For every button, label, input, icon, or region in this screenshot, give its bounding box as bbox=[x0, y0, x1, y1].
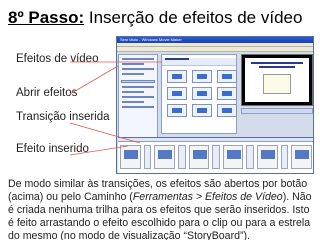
callout-effect-inserted: Efeito inserido bbox=[16, 143, 89, 155]
effect-thumbnail bbox=[217, 104, 237, 117]
callout-open-effects: Abrir efeitos bbox=[16, 87, 78, 99]
effect-thumbnail bbox=[192, 70, 212, 83]
toolbar bbox=[117, 47, 313, 52]
effect-thumbnail bbox=[192, 104, 212, 117]
preview-controls bbox=[241, 108, 313, 114]
menu-path: Ferramentas > Efeitos de Vídeo bbox=[132, 191, 283, 203]
effect-thumbnail bbox=[192, 87, 212, 100]
effects-collection-pane bbox=[161, 54, 237, 134]
callout-transition-inserted: Transição inserida bbox=[16, 111, 110, 123]
storyboard-clip bbox=[257, 145, 278, 169]
effect-thumbnail bbox=[217, 70, 237, 83]
callout-video-effects: Efeitos de vídeo bbox=[16, 53, 99, 65]
tasks-pane bbox=[118, 54, 158, 147]
step-label: 8º Passo: bbox=[8, 8, 85, 27]
instruction-paragraph: De modo similar às transições, os efeito… bbox=[8, 178, 312, 240]
effect-thumbnail bbox=[167, 104, 187, 117]
movie-maker-screenshot: Sem título - Windows Movie Maker bbox=[116, 36, 314, 174]
storyboard-clip bbox=[222, 145, 244, 169]
storyboard-clip bbox=[154, 145, 175, 169]
storyboard-transition bbox=[143, 145, 152, 169]
title-text: Inserção de efeitos de vídeo bbox=[84, 8, 303, 27]
open-effects-link bbox=[121, 80, 155, 83]
storyboard bbox=[118, 137, 313, 173]
storyboard-transition bbox=[246, 145, 255, 169]
storyboard-transition bbox=[280, 145, 289, 169]
storyboard-transition bbox=[212, 145, 220, 169]
storyboard-transition bbox=[177, 145, 186, 169]
preview-monitor bbox=[241, 54, 313, 106]
effect-thumbnail bbox=[167, 87, 187, 100]
effect-thumbnail bbox=[167, 70, 187, 83]
storyboard-clip bbox=[120, 145, 141, 169]
storyboard-clip bbox=[291, 145, 312, 169]
storyboard-clip bbox=[188, 145, 210, 169]
page-title: 8º Passo: Inserção de efeitos de vídeo bbox=[8, 8, 318, 28]
effect-thumbnail bbox=[217, 87, 237, 100]
